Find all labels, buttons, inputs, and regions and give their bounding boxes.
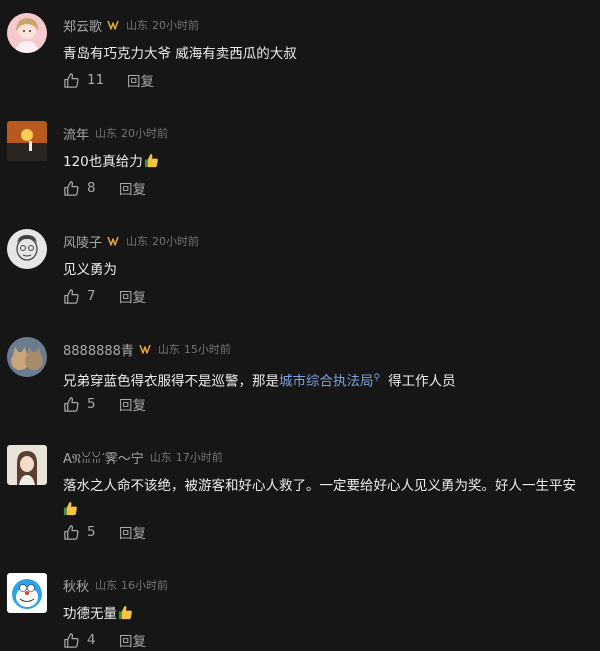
thumbs-up-icon [64,632,79,648]
timestamp: 16小时前 [121,579,169,592]
location: 山东 [95,579,118,592]
avatar-cats-icon [7,337,47,377]
timestamp: 20小时前 [152,235,200,248]
comment-text: 见义勇为 [63,262,117,278]
search-link[interactable]: 城市综合执法局 [279,374,374,390]
avatar-woman-icon [7,445,47,485]
comment-meta: 郑云歌 山东 20小时前 [63,15,199,35]
comment-text-tail: 得工作人员 [388,373,456,390]
comment-actions: 5 回复 [63,394,146,414]
username[interactable]: 风陵子 [63,232,102,251]
like-button[interactable]: 8 [63,180,119,197]
username[interactable]: 郑云歌 [63,16,102,35]
thumbs-up-icon [64,524,79,540]
like-button[interactable]: 5 [63,396,119,413]
comment-text: 功德无量 [63,602,598,626]
comment-text: 120也真给力 [63,150,598,174]
location: 山东 [126,19,149,32]
thumbs-up-icon [64,180,79,196]
fan-badge-icon [107,20,119,30]
avatar[interactable] [7,337,47,377]
comment-meta: 流年 山东 20小时前 [63,123,168,143]
like-count: 5 [87,396,96,412]
thumbs-up-emoji-icon [63,501,77,516]
timestamp: 20小时前 [121,127,169,140]
timestamp: 20小时前 [152,19,200,32]
location: 山东 [149,451,172,464]
username[interactable]: 流年 [63,124,89,143]
username[interactable]: 8888888青 [63,340,134,359]
username[interactable]: A𝔑ꈍꈍᐝ霁～宁 [63,448,144,467]
comment-meta: 8888888青 山东 15小时前 [63,339,231,359]
comment-actions: 7 回复 [63,286,146,306]
comment-text-body: 落水之人命不该绝，被游客和好心人救了。一定要给好心人见义勇为奖。好人一生平安 [63,478,576,494]
reply-button[interactable]: 回复 [119,394,146,414]
avatar-girl-pink-icon [7,13,47,53]
avatar[interactable] [7,229,47,269]
comment-actions: 11 回复 [63,70,154,90]
fan-badge-icon [139,344,151,354]
reply-button[interactable]: 回复 [119,178,146,198]
location: 山东 [126,235,149,248]
location: 山东 [157,343,180,356]
timestamp: 15小时前 [183,343,231,356]
reply-button[interactable]: 回复 [119,286,146,306]
comment-text-body: 120也真给力 [63,154,143,170]
avatar[interactable] [7,13,47,53]
thumbs-up-emoji-icon [118,605,132,620]
comment-text: 落水之人命不该绝，被游客和好心人救了。一定要给好心人见义勇为奖。好人一生平安 [63,474,598,522]
comment-meta: A𝔑ꈍꈍᐝ霁～宁 山东 17小时前 [63,447,223,467]
comment-actions: 8 回复 [63,178,146,198]
comment-meta: 风陵子 山东 20小时前 [63,231,199,251]
comment-actions: 5 回复 [63,522,146,542]
fan-badge-icon [107,236,119,246]
like-button[interactable]: 11 [63,72,119,89]
like-count: 5 [87,524,96,540]
avatar-cartoon-cat-icon [7,573,47,613]
comment-text: 兄弟穿蓝色得衣服得不是巡警，那是城市综合执法局⚲ 得工作人员 [63,366,598,394]
thumbs-up-icon [64,288,79,304]
comment-meta: 秋秋 山东 16小时前 [63,575,168,595]
reply-button[interactable]: 回复 [119,630,146,650]
like-button[interactable]: 4 [63,632,119,649]
username[interactable]: 秋秋 [63,576,89,595]
comment-text-body: 兄弟穿蓝色得衣服得不是巡警，那是 [63,373,279,390]
avatar[interactable] [7,121,47,161]
comment-text: 青岛有巧克力大爷 威海有卖西瓜的大叔 [63,46,297,62]
like-count: 4 [87,632,96,648]
search-icon: ⚲ [373,373,381,383]
thumbs-up-icon [64,396,79,412]
location: 山东 [95,127,118,140]
reply-button[interactable]: 回复 [127,70,154,90]
timestamp: 17小时前 [175,451,223,464]
like-count: 7 [87,288,96,304]
avatar[interactable] [7,445,47,485]
like-button[interactable]: 7 [63,288,119,305]
comment-actions: 4 回复 [63,630,146,650]
thumbs-up-icon [64,72,79,88]
comment-text-body: 功德无量 [63,606,117,622]
avatar-sunset-icon [7,121,47,161]
like-count: 8 [87,180,96,196]
avatar-sketch-face-icon [7,229,47,269]
reply-button[interactable]: 回复 [119,522,146,542]
like-button[interactable]: 5 [63,524,119,541]
avatar[interactable] [7,573,47,613]
like-count: 11 [87,72,105,88]
thumbs-up-emoji-icon [144,153,158,168]
